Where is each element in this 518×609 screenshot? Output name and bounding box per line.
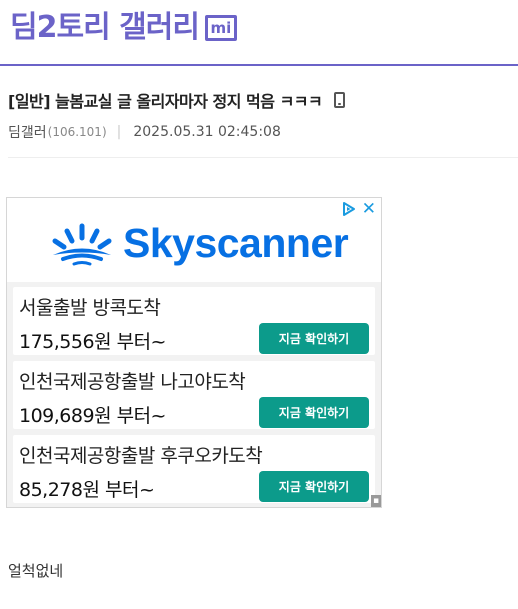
post-title: [일반] 늘봄교실 글 올리자마자 정지 먹음 ㅋㅋㅋ (8, 88, 346, 112)
check-now-button[interactable]: 지금 확인하기 (259, 397, 369, 428)
ad-banner[interactable]: ✕ Skyscanner 서울출발 방콕도착 175,556원 부터~ 지금 확… (6, 197, 382, 508)
header-divider (8, 157, 518, 158)
ad-offer-card[interactable]: 인천국제공항출발 나고야도착 109,689원 부터~ 지금 확인하기 (13, 361, 375, 429)
author-ip: (106.101) (47, 125, 107, 139)
author-name[interactable]: 딤갤러 (8, 122, 47, 142)
skyscanner-logo: Skyscanner (49, 220, 349, 267)
meta-separator: | (116, 124, 122, 140)
gallery-title-link[interactable]: 딤2토리 갤러리 mi (10, 10, 237, 46)
offer-price: 85,278원 부터~ (19, 479, 155, 501)
post-date: 2025.05.31 02:45:08 (133, 124, 281, 140)
post-meta: 딤갤러 (106.101) | 2025.05.31 02:45:08 (8, 122, 281, 142)
ad-info-icon[interactable]: ▪ (371, 495, 381, 507)
offer-route: 인천국제공항출발 나고야도착 (19, 371, 246, 393)
check-now-button[interactable]: 지금 확인하기 (259, 471, 369, 502)
ad-logo-area[interactable]: ✕ Skyscanner (7, 198, 381, 282)
ad-choices-icon[interactable] (341, 201, 357, 217)
offer-price: 109,689원 부터~ (19, 405, 166, 427)
post-title-text: [일반] 늘봄교실 글 올리자마자 정지 먹음 ㅋㅋㅋ (8, 92, 323, 111)
offer-price: 175,556원 부터~ (19, 331, 166, 353)
offer-route: 인천국제공항출발 후쿠오카도착 (19, 445, 263, 467)
gallery-name[interactable]: 딤2토리 갤러리 (10, 10, 200, 46)
check-now-button[interactable]: 지금 확인하기 (259, 323, 369, 354)
phone-icon (334, 92, 346, 108)
minor-gallery-badge-icon: mi (204, 15, 237, 41)
sunrise-icon (52, 223, 112, 265)
brand-name: Skyscanner (123, 220, 349, 266)
ad-offer-card[interactable]: 서울출발 방콕도착 175,556원 부터~ 지금 확인하기 (13, 287, 375, 355)
post-body: 얼척없네 (8, 562, 64, 580)
gallery-header: 딤2토리 갤러리 mi (0, 0, 518, 66)
ad-offer-card[interactable]: 인천국제공항출발 후쿠오카도착 85,278원 부터~ 지금 확인하기 (13, 435, 375, 503)
ad-close-icon[interactable]: ✕ (362, 200, 376, 218)
offer-route: 서울출발 방콕도착 (19, 297, 161, 319)
